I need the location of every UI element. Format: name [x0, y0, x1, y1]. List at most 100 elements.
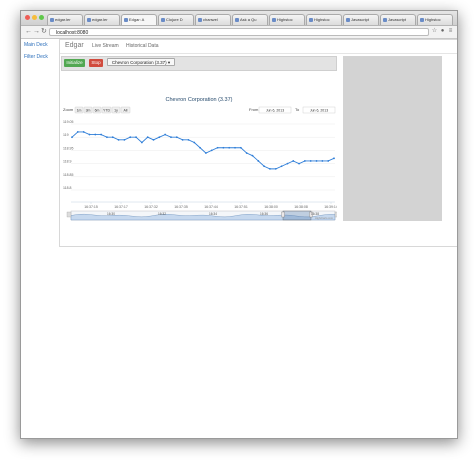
initialize-button[interactable]: Initialize: [64, 59, 85, 67]
data-point[interactable]: [123, 138, 126, 141]
bookmark-star-icon[interactable]: ☆: [431, 28, 438, 35]
data-point[interactable]: [146, 136, 149, 139]
stop-button[interactable]: Stop: [89, 59, 103, 67]
data-point[interactable]: [170, 136, 172, 139]
data-point[interactable]: [135, 136, 137, 139]
url-text: localhost:8080: [56, 30, 89, 36]
url-input[interactable]: localhost:8080: [49, 28, 429, 36]
browser-tab[interactable]: Highstoc: [306, 14, 342, 25]
data-point[interactable]: [333, 157, 335, 160]
data-point[interactable]: [106, 136, 108, 139]
data-point[interactable]: [286, 162, 289, 165]
browser-tab-label: Ask a Qu: [240, 17, 257, 22]
data-point[interactable]: [88, 133, 91, 136]
data-point[interactable]: [327, 160, 330, 162]
close-window-button[interactable]: [25, 15, 30, 20]
data-point[interactable]: [257, 160, 260, 162]
data-point[interactable]: [321, 160, 324, 162]
data-point[interactable]: [71, 136, 73, 139]
brand[interactable]: Edgar: [65, 42, 84, 49]
range-button-label: YTD: [103, 109, 110, 113]
browser-tab[interactable]: Highstoc: [417, 14, 453, 25]
data-point[interactable]: [152, 138, 155, 141]
data-point[interactable]: [82, 131, 85, 133]
data-point[interactable]: [303, 160, 306, 162]
side-panel: [343, 56, 442, 221]
sidebar-item-filter-deck[interactable]: Filter Deck: [21, 51, 58, 63]
credits-text[interactable]: Highcharts.com: [315, 216, 333, 220]
data-point[interactable]: [280, 165, 283, 168]
reload-icon[interactable]: ↻: [41, 28, 47, 36]
data-point[interactable]: [129, 136, 132, 139]
favicon-icon: [309, 17, 313, 22]
data-point[interactable]: [269, 167, 271, 170]
favicon-icon: [124, 17, 128, 22]
sidebar-item-main-deck[interactable]: Main Deck: [21, 39, 58, 51]
browser-tab[interactable]: Highstoc: [269, 14, 305, 25]
browser-tab[interactable]: Ask a Qu: [232, 14, 268, 25]
data-point[interactable]: [234, 146, 236, 149]
navigator-selection[interactable]: [282, 210, 312, 221]
data-point[interactable]: [94, 133, 97, 136]
data-point[interactable]: [199, 146, 201, 149]
data-point[interactable]: [210, 149, 213, 152]
company-select[interactable]: Chevron Corporation (3.37) ▾: [107, 58, 175, 66]
data-point[interactable]: [205, 152, 207, 154]
browser-tab[interactable]: chanwel: [195, 14, 231, 25]
back-arrow-icon[interactable]: ←: [25, 28, 32, 36]
browser-tab[interactable]: Clojure D: [158, 14, 194, 25]
data-point[interactable]: [216, 146, 219, 149]
browser-tab[interactable]: Javascript: [380, 14, 416, 25]
tab-live-stream[interactable]: Live Stream: [92, 43, 119, 49]
data-point[interactable]: [263, 165, 266, 168]
data-point[interactable]: [315, 160, 318, 162]
browser-tab[interactable]: edgar.ler: [47, 14, 83, 25]
tab-bar: edgar.ler edgar.ler Edgar: A Clojure D chanw…: [21, 11, 457, 26]
browser-tab-label: edgar.ler: [92, 17, 108, 22]
scrollbar-right-button[interactable]: [334, 211, 340, 218]
data-point[interactable]: [158, 136, 161, 139]
scrollbar-left-button[interactable]: [66, 211, 72, 218]
range-button-label: 6m: [95, 109, 100, 113]
data-point[interactable]: [76, 131, 79, 133]
x-tick-label: 16:39:14: [324, 205, 337, 209]
favicon-icon: [50, 17, 54, 22]
favicon-icon: [161, 17, 165, 22]
data-point[interactable]: [175, 136, 178, 139]
data-point[interactable]: [239, 146, 242, 149]
data-point[interactable]: [111, 136, 114, 139]
browser-tab[interactable]: Edgar: A: [121, 14, 157, 25]
browser-tab-label: Highstoc: [314, 17, 330, 22]
data-point[interactable]: [187, 138, 190, 141]
browser-tab[interactable]: edgar.ler: [84, 14, 120, 25]
data-point[interactable]: [140, 141, 143, 144]
data-point[interactable]: [164, 133, 167, 136]
data-point[interactable]: [245, 152, 248, 154]
data-point[interactable]: [292, 160, 295, 162]
data-point[interactable]: [251, 154, 254, 157]
browser-tab-label: chanwel: [203, 17, 218, 22]
extension-icon[interactable]: ●: [439, 28, 446, 35]
data-point[interactable]: [181, 138, 184, 141]
favicon-icon: [383, 17, 387, 22]
data-point[interactable]: [309, 160, 312, 162]
x-tick-label: 16:37:32: [144, 205, 158, 209]
data-point[interactable]: [117, 138, 120, 141]
zoom-window-button[interactable]: [39, 15, 44, 20]
data-point[interactable]: [193, 141, 196, 144]
x-tick-label: 16:38:08: [294, 205, 308, 209]
data-point[interactable]: [228, 146, 231, 149]
navigator-handle-left[interactable]: [281, 211, 285, 218]
tab-historical-data[interactable]: Historical Data: [126, 43, 159, 49]
data-point[interactable]: [274, 167, 277, 170]
y-tick-label: 118.9: [63, 160, 72, 164]
browser-tab[interactable]: Javascript: [343, 14, 379, 25]
browser-tab-label: Edgar: A: [129, 17, 145, 22]
menu-icon[interactable]: ≡: [447, 28, 454, 35]
data-point[interactable]: [100, 133, 103, 136]
range-button-label: 1y: [114, 109, 118, 113]
data-point[interactable]: [222, 146, 225, 149]
minimize-window-button[interactable]: [32, 15, 37, 20]
data-point[interactable]: [298, 162, 300, 165]
forward-arrow-icon[interactable]: →: [33, 28, 40, 36]
